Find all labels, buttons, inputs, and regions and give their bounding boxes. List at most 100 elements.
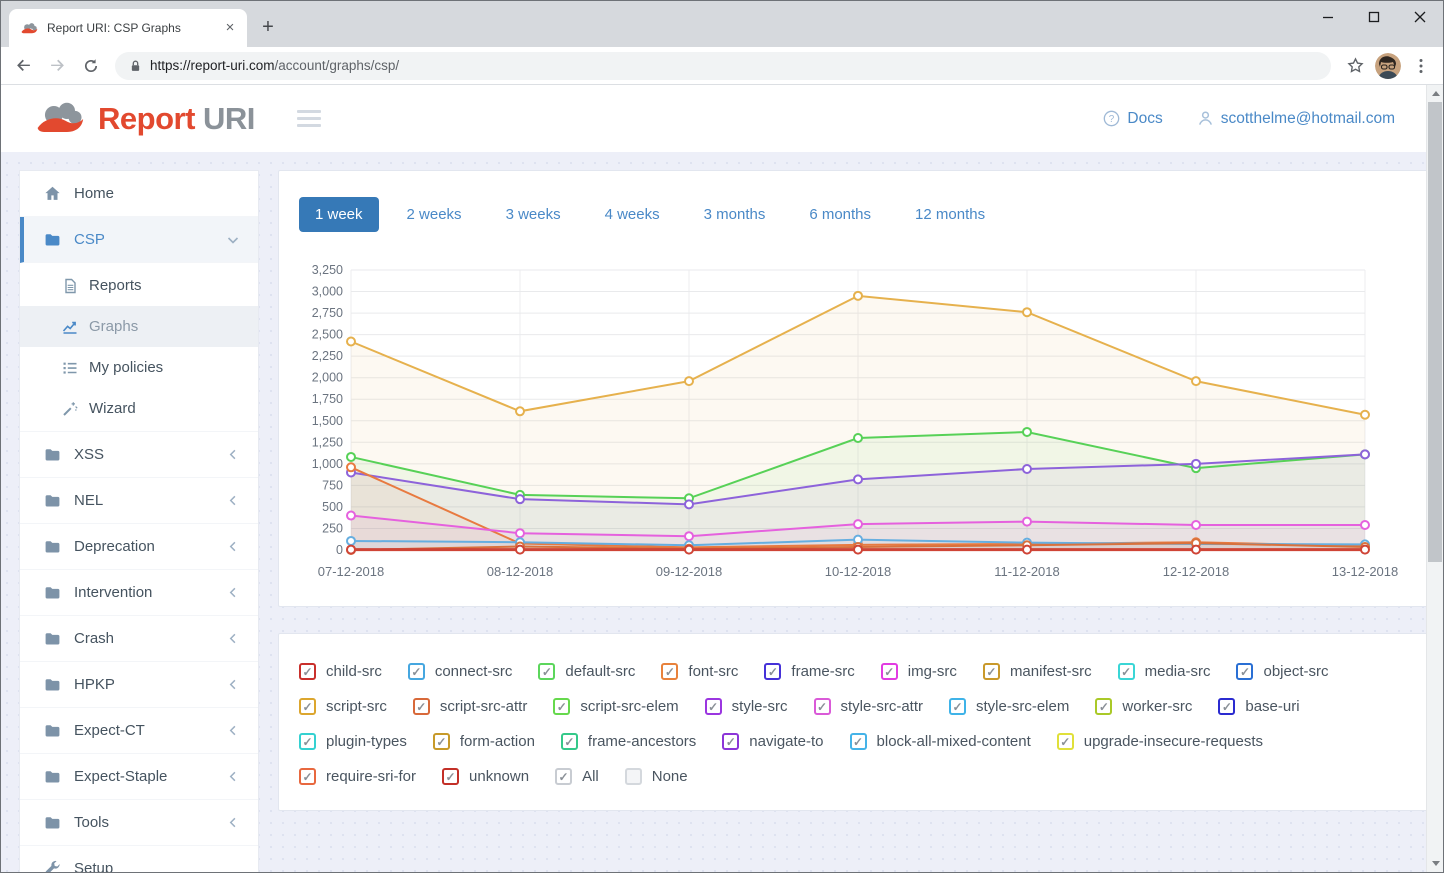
sidebar-item-hpkp[interactable]: HPKP — [20, 662, 258, 708]
browser-menu-icon[interactable] — [1407, 52, 1435, 80]
sidebar-item-my-policies[interactable]: My policies — [20, 347, 258, 388]
directive-toggle-form-action[interactable]: ✓form-action — [433, 733, 535, 750]
directive-toggle-unknown[interactable]: ✓unknown — [442, 768, 529, 785]
minimize-button[interactable] — [1305, 1, 1351, 33]
directive-toggle-manifest-src[interactable]: ✓manifest-src — [983, 663, 1092, 680]
range-tab-6-months[interactable]: 6 months — [793, 197, 887, 232]
directive-toggle-media-src[interactable]: ✓media-src — [1118, 663, 1211, 680]
checkbox-media-src[interactable]: ✓ — [1118, 663, 1135, 680]
directive-toggle-script-src-elem[interactable]: ✓script-src-elem — [553, 698, 678, 715]
directive-toggle-script-src[interactable]: ✓script-src — [299, 698, 387, 715]
checkbox-form-action[interactable]: ✓ — [433, 733, 450, 750]
sidebar-item-wizard[interactable]: Wizard — [20, 388, 258, 429]
directive-toggle-base-uri[interactable]: ✓base-uri — [1218, 698, 1299, 715]
sidebar-item-setup[interactable]: Setup — [20, 846, 258, 872]
directive-toggle-font-src[interactable]: ✓ font-src — [661, 663, 738, 680]
directive-toggle-frame-ancestors[interactable]: ✓frame-ancestors — [561, 733, 696, 750]
bookmark-star-icon[interactable] — [1341, 52, 1369, 80]
maximize-button[interactable] — [1351, 1, 1397, 33]
sidebar-item-graphs[interactable]: Graphs — [20, 306, 258, 347]
directive-toggle-worker-src[interactable]: ✓worker-src — [1095, 698, 1192, 715]
directive-toggle-img-src[interactable]: ✓img-src — [881, 663, 957, 680]
checkbox-upgrade-insecure-requests[interactable]: ✓ — [1057, 733, 1074, 750]
sidebar-item-csp[interactable]: CSP — [20, 217, 258, 263]
directive-toggle-plugin-types[interactable]: ✓plugin-types — [299, 733, 407, 750]
scrollbar-thumb[interactable] — [1428, 102, 1442, 562]
checkbox-label: font-src — [688, 663, 738, 680]
checkbox-navigate-to[interactable]: ✓ — [722, 733, 739, 750]
url-bar[interactable]: https://report-uri.com/account/graphs/cs… — [115, 52, 1331, 80]
page-scrollbar[interactable] — [1426, 85, 1443, 872]
directive-toggle-require-sri-for[interactable]: ✓require-sri-for — [299, 768, 416, 785]
account-link[interactable]: scotthelme@hotmail.com — [1197, 110, 1395, 128]
checkbox-unknown[interactable]: ✓ — [442, 768, 459, 785]
hamburger-menu-icon[interactable] — [297, 110, 321, 127]
sidebar-item-reports[interactable]: Reports — [20, 265, 258, 306]
range-tab-12-months[interactable]: 12 months — [899, 197, 1001, 232]
directive-toggle-object-src[interactable]: ✓object-src — [1236, 663, 1328, 680]
checkbox-base-uri[interactable]: ✓ — [1218, 698, 1235, 715]
checkbox-connect-src[interactable]: ✓ — [408, 663, 425, 680]
range-tab-1-week[interactable]: 1 week — [299, 197, 379, 232]
checkbox-None[interactable] — [625, 768, 642, 785]
range-tab-3-weeks[interactable]: 3 weeks — [490, 197, 577, 232]
checkbox-label: child-src — [326, 663, 382, 680]
checkbox-plugin-types[interactable]: ✓ — [299, 733, 316, 750]
tab-close-icon[interactable]: × — [221, 19, 239, 37]
sidebar-item-home[interactable]: Home — [20, 171, 258, 217]
back-icon[interactable] — [9, 52, 37, 80]
range-tab-4-weeks[interactable]: 4 weeks — [589, 197, 676, 232]
forward-icon[interactable] — [43, 52, 71, 80]
directive-toggle-style-src-elem[interactable]: ✓style-src-elem — [949, 698, 1069, 715]
scroll-down-arrow-icon[interactable] — [1427, 855, 1443, 872]
checkbox-manifest-src[interactable]: ✓ — [983, 663, 1000, 680]
range-tab-3-months[interactable]: 3 months — [688, 197, 782, 232]
checkbox-style-src[interactable]: ✓ — [705, 698, 722, 715]
browser-tab[interactable]: Report URI: CSP Graphs × — [9, 9, 247, 47]
checkbox-style-src-attr[interactable]: ✓ — [814, 698, 831, 715]
directive-toggle-style-src-attr[interactable]: ✓style-src-attr — [814, 698, 924, 715]
directive-toggle-style-src[interactable]: ✓style-src — [705, 698, 788, 715]
reload-icon[interactable] — [77, 52, 105, 80]
checkbox-worker-src[interactable]: ✓ — [1095, 698, 1112, 715]
directive-toggle-block-all-mixed-content[interactable]: ✓block-all-mixed-content — [850, 733, 1031, 750]
checkbox-style-src-elem[interactable]: ✓ — [949, 698, 966, 715]
checkbox-All[interactable]: ✓ — [555, 768, 572, 785]
sidebar-item-xss[interactable]: XSS — [20, 432, 258, 478]
sidebar-item-tools[interactable]: Tools — [20, 800, 258, 846]
checkbox-script-src-attr[interactable]: ✓ — [413, 698, 430, 715]
checkbox-default-src[interactable]: ✓ — [538, 663, 555, 680]
directive-toggle-script-src-attr[interactable]: ✓script-src-attr — [413, 698, 528, 715]
checkbox-script-src[interactable]: ✓ — [299, 698, 316, 715]
checkbox-block-all-mixed-content[interactable]: ✓ — [850, 733, 867, 750]
sidebar-item-expect-staple[interactable]: Expect-Staple — [20, 754, 258, 800]
sidebar-item-nel[interactable]: NEL — [20, 478, 258, 524]
directive-toggle-upgrade-insecure-requests[interactable]: ✓upgrade-insecure-requests — [1057, 733, 1263, 750]
checkbox-img-src[interactable]: ✓ — [881, 663, 898, 680]
sidebar-item-crash[interactable]: Crash — [20, 616, 258, 662]
directive-toggle-connect-src[interactable]: ✓connect-src — [408, 663, 513, 680]
docs-link[interactable]: ? Docs — [1103, 110, 1162, 128]
sidebar-item-deprecation[interactable]: Deprecation — [20, 524, 258, 570]
browser-profile-avatar[interactable] — [1375, 53, 1401, 79]
checkbox-object-src[interactable]: ✓ — [1236, 663, 1253, 680]
directive-toggle-default-src[interactable]: ✓default-src — [538, 663, 635, 680]
sidebar-item-intervention[interactable]: Intervention — [20, 570, 258, 616]
checkbox-script-src-elem[interactable]: ✓ — [553, 698, 570, 715]
directive-toggle-child-src[interactable]: ✓ child-src — [299, 663, 382, 680]
checkbox-child-src[interactable]: ✓ — [299, 663, 316, 680]
checkbox-require-sri-for[interactable]: ✓ — [299, 768, 316, 785]
checkbox-frame-ancestors[interactable]: ✓ — [561, 733, 578, 750]
checkbox-frame-src[interactable]: ✓ — [764, 663, 781, 680]
directive-toggle-All[interactable]: ✓All — [555, 768, 599, 785]
scroll-up-arrow-icon[interactable] — [1427, 85, 1443, 102]
close-button[interactable] — [1397, 1, 1443, 33]
directive-toggle-frame-src[interactable]: ✓frame-src — [764, 663, 854, 680]
directive-toggle-None[interactable]: None — [625, 768, 688, 785]
sidebar-item-expect-ct[interactable]: Expect-CT — [20, 708, 258, 754]
new-tab-button[interactable]: + — [253, 13, 283, 43]
range-tab-2-weeks[interactable]: 2 weeks — [391, 197, 478, 232]
checkbox-font-src[interactable]: ✓ — [661, 663, 678, 680]
directive-toggle-navigate-to[interactable]: ✓navigate-to — [722, 733, 823, 750]
report-uri-logo[interactable]: Report URI — [36, 101, 255, 137]
